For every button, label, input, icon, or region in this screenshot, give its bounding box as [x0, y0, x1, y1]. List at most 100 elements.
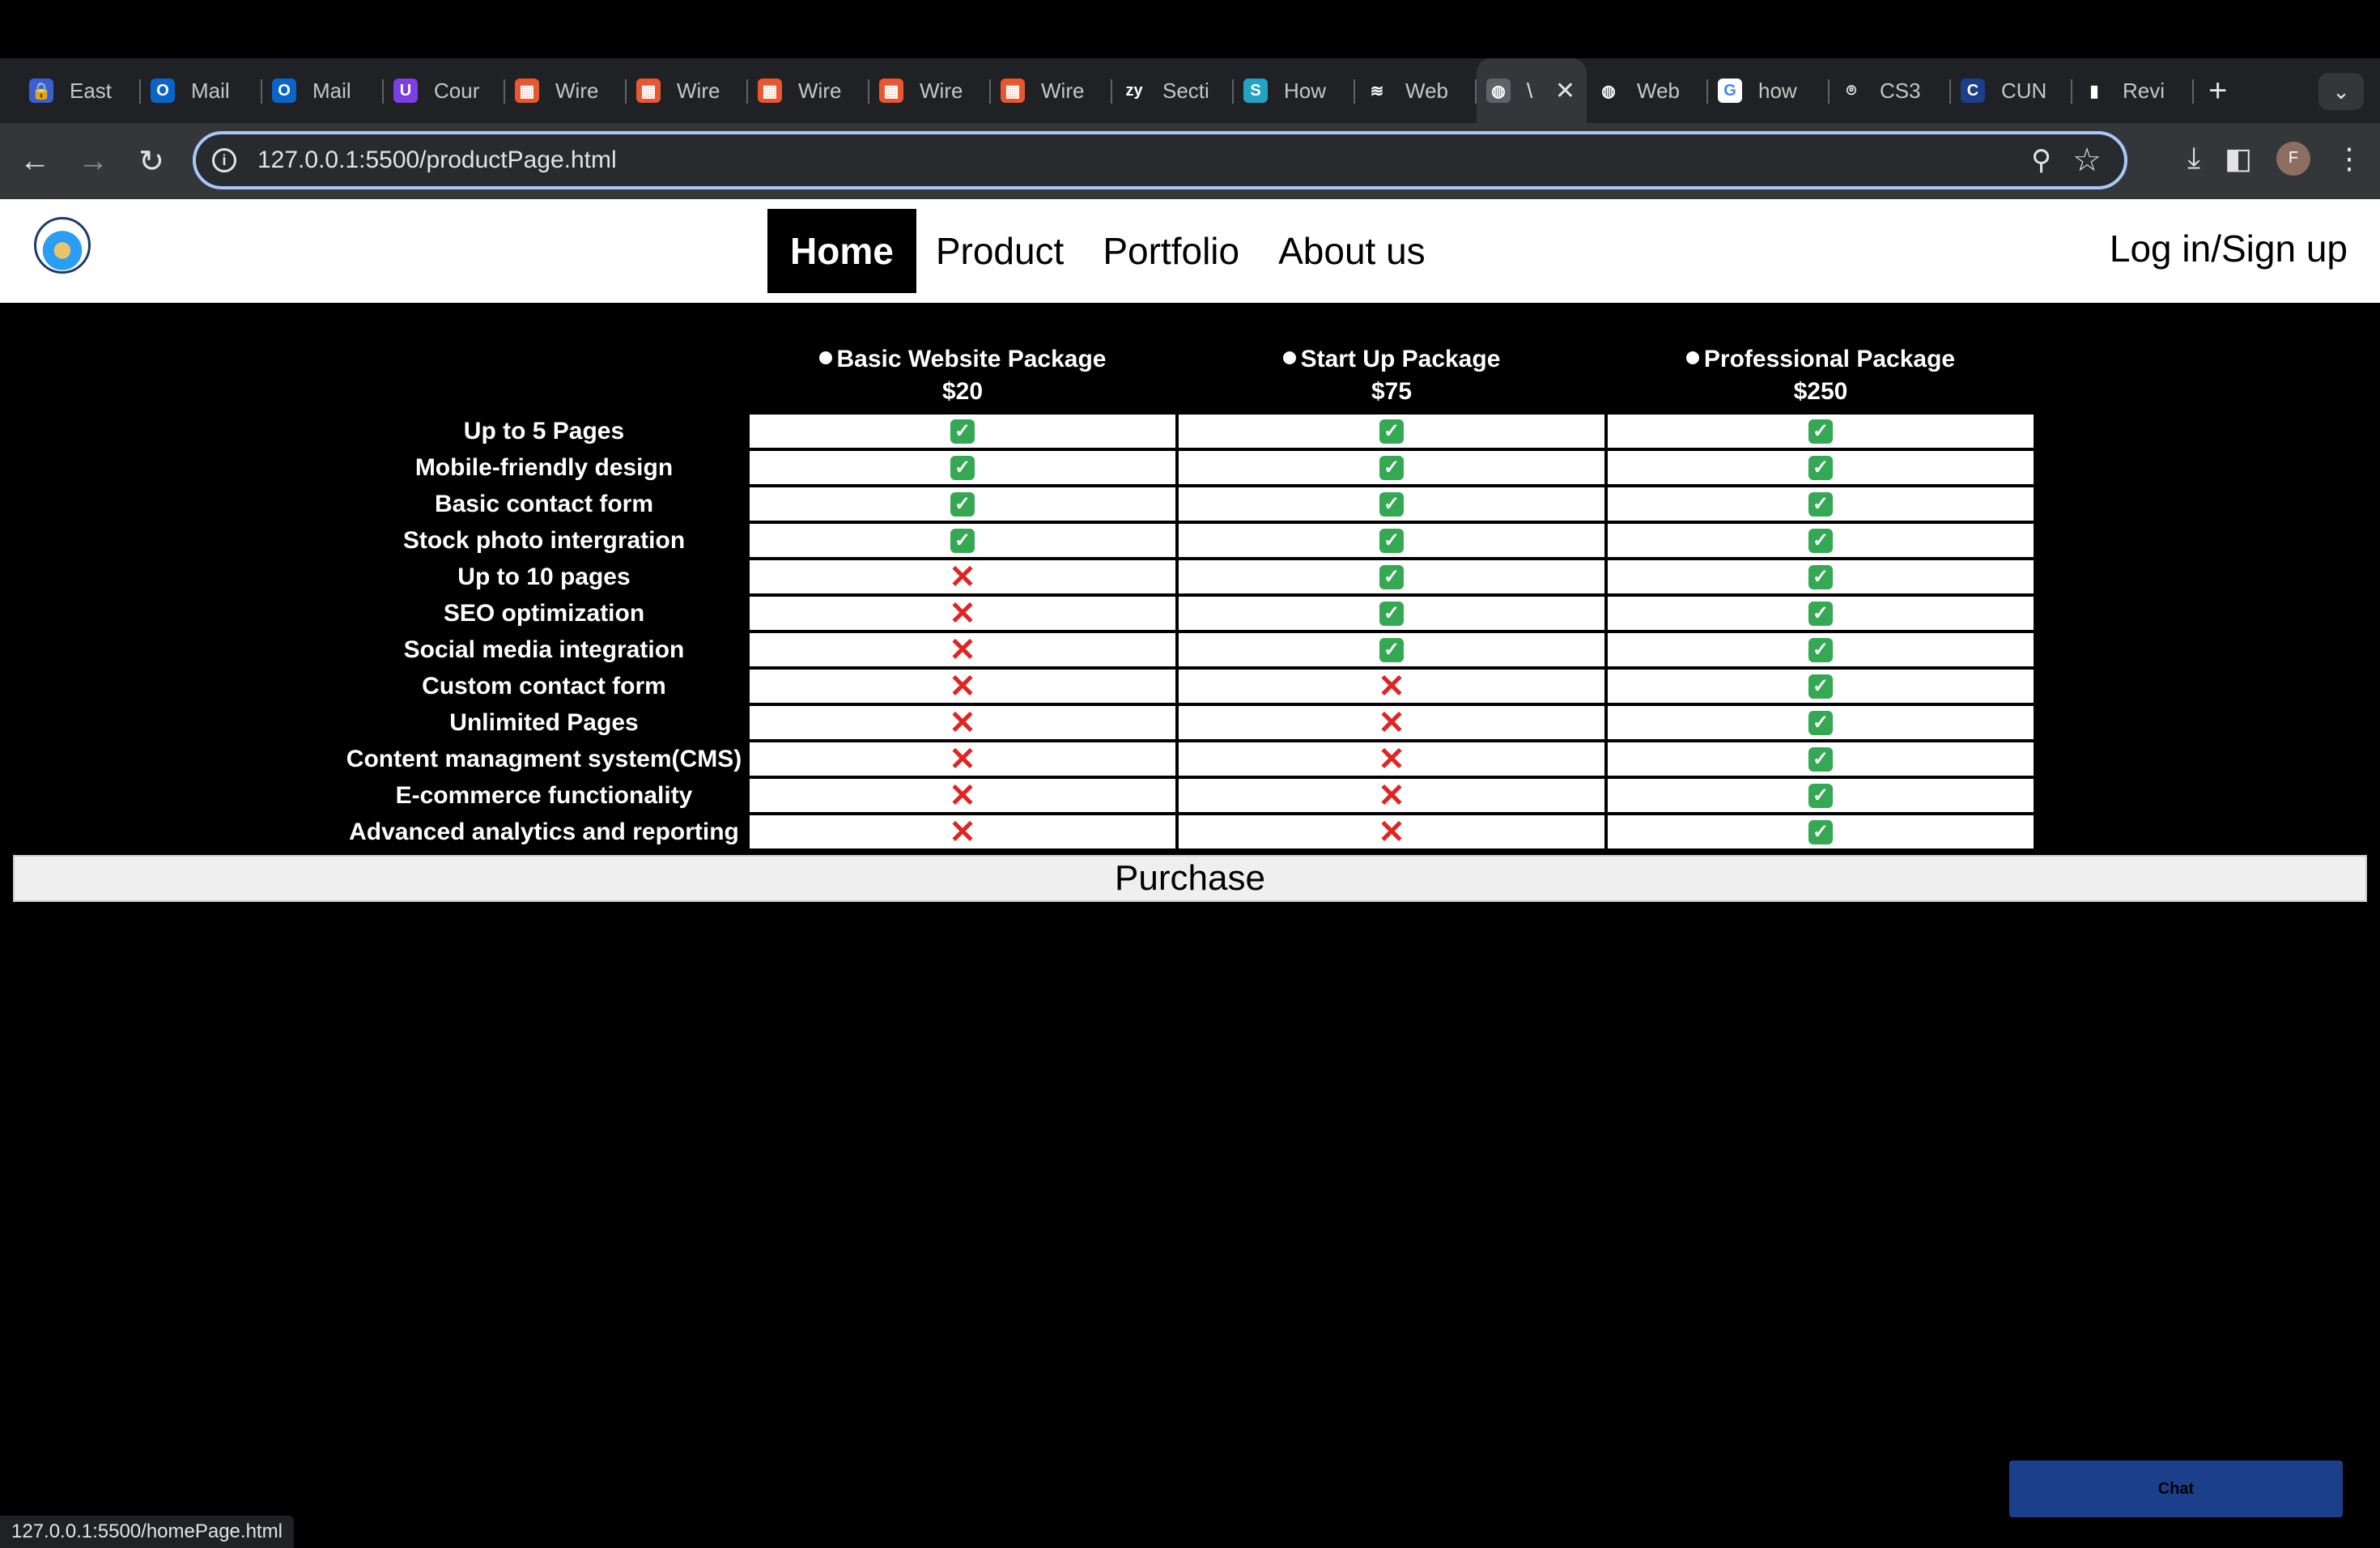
check-mark-icon: ✓ [1808, 674, 1833, 699]
forward-button[interactable]: → [73, 141, 113, 181]
check-mark-icon: ✓ [1379, 528, 1404, 553]
tab-favicon-icon: zy [1122, 79, 1146, 103]
tab-search-button[interactable]: ⌄ [2318, 73, 2364, 110]
site-info-icon[interactable]: i [212, 148, 236, 172]
feature-cell: ✓ [1177, 522, 1606, 559]
package-name: Basic Website Package [836, 346, 1107, 372]
address-url[interactable]: 127.0.0.1:5500/productPage.html [257, 147, 617, 174]
profile-avatar[interactable]: F [2276, 141, 2310, 176]
browser-tab[interactable]: ▦ Wire [869, 58, 991, 123]
tab-title: Wire [677, 78, 720, 103]
feature-cell: ✕ [1177, 704, 1606, 741]
purchase-button[interactable]: Purchase [13, 855, 2367, 902]
feature-label: Up to 10 pages [457, 563, 631, 590]
feature-label: Social media integration [403, 636, 685, 663]
browser-tab[interactable]: C CUN [1951, 58, 2072, 123]
browser-tab[interactable]: 🔒 East [19, 58, 141, 123]
address-bar[interactable]: i 127.0.0.1:5500/productPage.html ⚲ ☆ [193, 131, 2127, 189]
feature-label: Content managment system(CMS) [346, 746, 742, 772]
tab-active[interactable]: ◍ \ ✕ [1477, 58, 1587, 123]
cross-mark-icon: ✕ [949, 704, 976, 741]
browser-tab[interactable]: zy Secti [1112, 58, 1234, 123]
check-mark-icon: ✓ [1808, 783, 1833, 808]
login-signup-link[interactable]: Log in/Sign up [2110, 227, 2348, 270]
check-mark-icon: ✓ [1379, 491, 1404, 517]
check-mark-icon: ✓ [950, 491, 975, 517]
tab-favicon-icon: ▦ [1001, 79, 1025, 103]
side-panel-icon[interactable]: ◧ [2225, 142, 2252, 176]
tab-strip: 🔒 East O Mail O Mail U Cour ▦ Wire ▦ Wire ▦ Wire ▦ Wire… [0, 58, 2380, 123]
reload-button[interactable]: ↻ [131, 141, 172, 181]
cross-mark-icon: ✕ [949, 814, 976, 850]
browser-tab[interactable]: ◍ Web [1587, 58, 1708, 123]
feature-label: Advanced analytics and reporting [349, 819, 739, 845]
tab-favicon-icon: ⌾ [1839, 79, 1864, 103]
browser-tab[interactable]: ▮ Revi [2072, 58, 2194, 123]
tab-title: Wire [1041, 78, 1085, 103]
package-header-basic: Basic Website Package $20 [748, 343, 1177, 408]
tab-title: how [1758, 78, 1797, 103]
check-mark-icon: ✓ [1808, 601, 1833, 626]
browser-tab[interactable]: ▦ Wire [505, 58, 627, 123]
tab-favicon-icon: C [1961, 79, 1985, 103]
feature-cell: ✓ [748, 449, 1177, 486]
browser-tab[interactable]: S How [1234, 58, 1355, 123]
tab-favicon-icon: ▦ [636, 79, 661, 103]
menu-kebab-icon[interactable]: ⋮ [2335, 142, 2364, 176]
feature-cell: ✕ [748, 595, 1177, 632]
feature-cell: ✕ [748, 668, 1177, 704]
nav-home[interactable]: Home [767, 209, 916, 293]
feature-row: Social media integration ✕ ✓ ✓ [340, 632, 2035, 668]
feature-cell: ✓ [1606, 413, 2035, 449]
tab-title: Mail [312, 78, 351, 103]
nav-product[interactable]: Product [916, 209, 1084, 293]
check-mark-icon: ✓ [1808, 710, 1833, 735]
nav-about-us[interactable]: About us [1259, 209, 1445, 293]
tab-title: Wire [798, 78, 842, 103]
feature-cell: ✓ [1606, 704, 2035, 741]
browser-tab[interactable]: ▦ Wire [748, 58, 869, 123]
feature-label: Stock photo intergration [402, 527, 686, 554]
feature-cell: ✓ [1606, 595, 2035, 632]
new-tab-button[interactable]: + [2208, 73, 2227, 109]
feature-cell: ✕ [1177, 741, 1606, 777]
check-mark-icon: ✓ [1808, 491, 1833, 517]
bookmark-star-icon[interactable]: ☆ [2072, 142, 2102, 179]
download-icon[interactable]: ⤓ [2187, 141, 2200, 176]
browser-tab[interactable]: ≋ Web [1355, 58, 1477, 123]
feature-cell: ✕ [1177, 668, 1606, 704]
back-button[interactable]: ← [15, 141, 55, 181]
tab-favicon-icon: ≋ [1365, 79, 1389, 103]
feature-cell: ✓ [1606, 814, 2035, 850]
feature-cell: ✕ [748, 777, 1177, 814]
browser-tab[interactable]: ▦ Wire [627, 58, 748, 123]
chat-button[interactable]: Chat [2009, 1461, 2343, 1517]
package-name: Start Up Package [1300, 346, 1501, 372]
zoom-icon[interactable]: ⚲ [2031, 144, 2051, 176]
tab-close-icon[interactable]: ✕ [1555, 77, 1575, 105]
feature-cell: ✓ [1606, 668, 2035, 704]
tab-title: East [70, 78, 113, 103]
window-titlebar [0, 0, 2380, 58]
feature-cell: ✓ [1177, 632, 1606, 668]
feature-label: Basic contact form [434, 491, 654, 517]
feature-cell: ✕ [748, 632, 1177, 668]
browser-tab[interactable]: Ghow [1708, 58, 1830, 123]
feature-cell: ✓ [748, 413, 1177, 449]
tab-favicon-icon: O [151, 79, 175, 103]
site-logo[interactable] [34, 217, 91, 274]
browser-tab[interactable]: U Cour [384, 58, 505, 123]
browser-toolbar: ← → ↻ i 127.0.0.1:5500/productPage.html … [0, 123, 2380, 199]
cross-mark-icon: ✕ [1378, 704, 1405, 741]
feature-cell: ✕ [748, 814, 1177, 850]
browser-tab[interactable]: O Mail [141, 58, 262, 123]
nav-portfolio[interactable]: Portfolio [1083, 209, 1259, 293]
tab-title: \ [1527, 78, 1533, 103]
tab-favicon-icon: ▮ [2082, 79, 2106, 103]
check-mark-icon: ✓ [1808, 819, 1833, 844]
package-price: $75 [1371, 378, 1413, 405]
feature-cell: ✓ [748, 522, 1177, 559]
browser-tab[interactable]: ▦ Wire [991, 58, 1112, 123]
browser-tab[interactable]: ⌾ CS3 [1830, 58, 1951, 123]
browser-tab[interactable]: O Mail [262, 58, 384, 123]
